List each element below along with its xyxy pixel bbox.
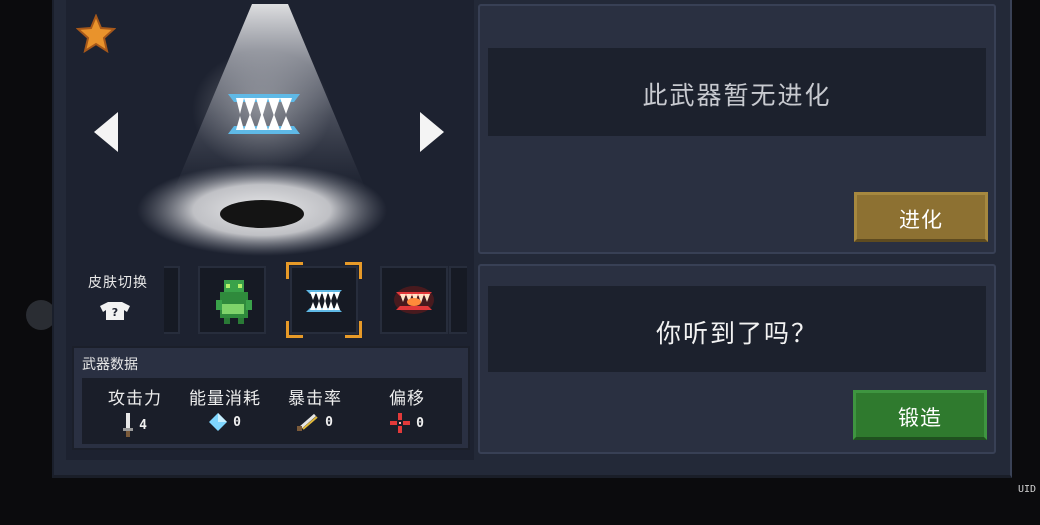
crit-blade-icon xyxy=(297,413,318,431)
diamond-icon xyxy=(209,413,228,431)
skin-switch-label: 皮肤切换 xyxy=(88,275,148,291)
stat-value: 0 xyxy=(416,415,424,431)
crosshair-icon xyxy=(390,413,411,433)
weapon-stats-title: 武器数据 xyxy=(82,357,138,373)
arrow-left-icon[interactable] xyxy=(92,110,120,154)
stat-attack: 攻击力 4 xyxy=(100,384,170,437)
stat-crit-rate: 暴击率 0 xyxy=(280,384,350,431)
evolution-message-box: 此武器暂无进化 xyxy=(488,48,986,136)
forge-message: 你听到了吗？ xyxy=(655,319,818,348)
stat-value: 0 xyxy=(325,414,333,430)
skin-slot[interactable] xyxy=(198,266,266,334)
forge-message-box: 你听到了吗？ xyxy=(488,286,986,372)
stat-energy-cost: 能量消耗 0 xyxy=(180,384,270,431)
svg-text:?: ? xyxy=(112,306,118,319)
stat-label: 偏移 xyxy=(389,389,425,409)
arrow-right-icon[interactable] xyxy=(418,110,446,154)
stat-value: 4 xyxy=(139,417,147,433)
sword-icon xyxy=(123,413,134,437)
weapon-stats-body: 攻击力 4 能量消耗 0 暴击率 0 偏移 0 xyxy=(82,378,462,444)
star-icon[interactable] xyxy=(76,14,116,54)
forge-button[interactable]: 锻造 xyxy=(853,390,987,440)
stat-value: 0 xyxy=(233,414,241,430)
fang-jaw-icon xyxy=(228,94,300,134)
evolution-message: 此武器暂无进化 xyxy=(642,81,832,110)
evolve-button[interactable]: 进化 xyxy=(854,192,988,242)
skin-slot-partial xyxy=(164,266,180,334)
skin-slot[interactable] xyxy=(380,266,448,334)
weapon-stats-panel: 武器数据 攻击力 4 能量消耗 0 暴击率 0 偏移 0 xyxy=(72,346,470,450)
stat-label: 能量消耗 xyxy=(189,389,261,409)
selection-frame xyxy=(286,262,362,338)
stat-label: 攻击力 xyxy=(108,389,162,409)
uid-label: UID xyxy=(1018,484,1037,495)
skin-slot-partial xyxy=(449,266,467,334)
shirt-icon[interactable]: ? xyxy=(98,300,132,322)
red-fang-jaw-icon xyxy=(394,286,434,314)
green-monster-icon xyxy=(216,280,252,324)
stat-deviation: 偏移 0 xyxy=(372,384,442,433)
stat-label: 暴击率 xyxy=(288,389,342,409)
